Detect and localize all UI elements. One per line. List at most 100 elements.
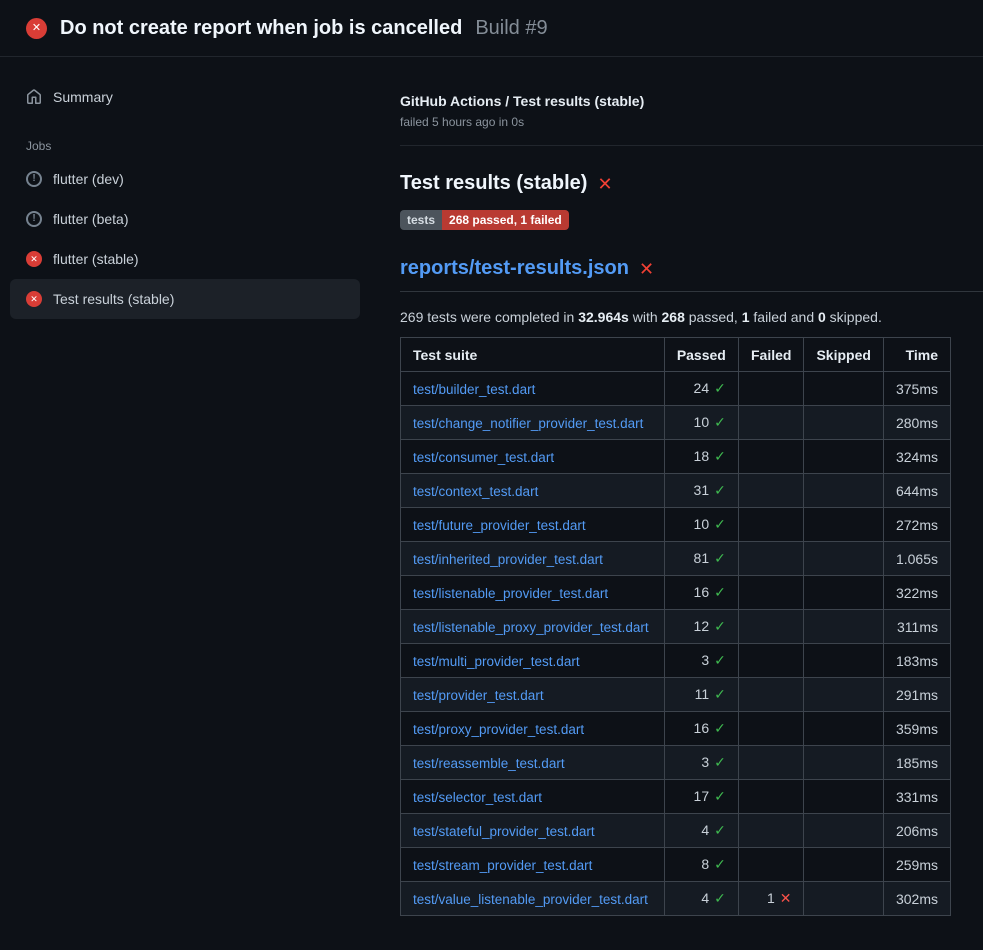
- passed-count: 11: [695, 686, 710, 702]
- test-suite-link[interactable]: test/future_provider_test.dart: [413, 518, 586, 533]
- col-header-passed: Passed: [664, 338, 738, 372]
- cancelled-icon: !: [26, 171, 42, 187]
- sidebar-item-flutter-stable[interactable]: ✕ flutter (stable): [10, 239, 360, 279]
- build-number: Build #9: [475, 17, 547, 40]
- failed-icon: ✕: [26, 291, 42, 307]
- test-suite-link[interactable]: test/reassemble_test.dart: [413, 756, 565, 771]
- test-suite-link[interactable]: test/listenable_provider_test.dart: [413, 586, 608, 601]
- badge-label: tests: [400, 210, 442, 230]
- test-suite-link[interactable]: test/consumer_test.dart: [413, 450, 554, 465]
- sidebar-item-flutter-beta[interactable]: ! flutter (beta): [10, 199, 360, 239]
- test-suite-link[interactable]: test/multi_provider_test.dart: [413, 654, 580, 669]
- check-icon: ✓: [714, 720, 726, 736]
- sidebar-item-label: flutter (beta): [53, 211, 128, 227]
- table-row: test/reassemble_test.dart 3✓ ✕ 185ms: [401, 746, 951, 780]
- check-icon: ✓: [714, 822, 726, 838]
- page-body: Summary Jobs ! flutter (dev) ! flutter (…: [0, 57, 983, 950]
- passed-count: 3: [701, 754, 709, 770]
- passed-count: 4: [701, 822, 709, 838]
- sidebar-item-flutter-dev[interactable]: ! flutter (dev): [10, 159, 360, 199]
- test-suite-link[interactable]: test/builder_test.dart: [413, 382, 535, 397]
- passed-count: 10: [694, 414, 710, 430]
- sidebar: Summary Jobs ! flutter (dev) ! flutter (…: [0, 57, 400, 950]
- test-suite-link[interactable]: test/listenable_proxy_provider_test.dart: [413, 620, 649, 635]
- report-file-link[interactable]: reports/test-results.json: [400, 257, 629, 280]
- cancelled-icon: !: [26, 211, 42, 227]
- passed-count: 4: [701, 890, 709, 906]
- check-icon: ✓: [714, 686, 726, 702]
- table-row: test/value_listenable_provider_test.dart…: [401, 882, 951, 916]
- time-value: 644ms: [883, 474, 950, 508]
- summary-sentence: 269 tests were completed in 32.964s with…: [400, 309, 983, 325]
- passed-count: 3: [701, 652, 709, 668]
- passed-count: 8: [701, 856, 709, 872]
- check-icon: ✓: [714, 856, 726, 872]
- table-row: test/stateful_provider_test.dart 4✓ ✕ 20…: [401, 814, 951, 848]
- table-row: test/consumer_test.dart 18✓ ✕ 324ms: [401, 440, 951, 474]
- passed-count: 81: [694, 550, 710, 566]
- passed-count: 24: [694, 380, 710, 396]
- check-icon: ✓: [714, 414, 726, 430]
- sidebar-item-label: Summary: [53, 89, 113, 105]
- test-suite-link[interactable]: test/change_notifier_provider_test.dart: [413, 416, 643, 431]
- table-row: test/inherited_provider_test.dart 81✓ ✕ …: [401, 542, 951, 576]
- time-value: 291ms: [883, 678, 950, 712]
- test-suite-link[interactable]: test/proxy_provider_test.dart: [413, 722, 584, 737]
- test-suite-link[interactable]: test/provider_test.dart: [413, 688, 544, 703]
- section-title: Test results (stable) ✕: [400, 172, 983, 195]
- table-row: test/stream_provider_test.dart 8✓ ✕ 259m…: [401, 848, 951, 882]
- time-value: 302ms: [883, 882, 950, 916]
- test-suite-link[interactable]: test/inherited_provider_test.dart: [413, 552, 603, 567]
- table-row: test/selector_test.dart 17✓ ✕ 331ms: [401, 780, 951, 814]
- failed-x-icon: ✕: [597, 175, 612, 193]
- test-suite-link[interactable]: test/value_listenable_provider_test.dart: [413, 892, 648, 907]
- x-icon: ✕: [780, 890, 792, 906]
- breadcrumb: GitHub Actions / Test results (stable): [400, 93, 983, 109]
- col-header-failed: Failed: [738, 338, 804, 372]
- time-value: 322ms: [883, 576, 950, 610]
- main-content: GitHub Actions / Test results (stable) f…: [400, 57, 983, 950]
- failed-count: 1: [767, 890, 775, 906]
- check-icon: ✓: [714, 890, 726, 906]
- check-icon: ✓: [714, 448, 726, 464]
- test-suite-link[interactable]: test/stateful_provider_test.dart: [413, 824, 595, 839]
- sidebar-item-label: flutter (dev): [53, 171, 124, 187]
- sidebar-item-summary[interactable]: Summary: [10, 77, 360, 117]
- check-icon: ✓: [714, 550, 726, 566]
- passed-count: 17: [694, 788, 710, 804]
- passed-count: 18: [694, 448, 710, 464]
- check-icon: ✓: [714, 482, 726, 498]
- time-value: 375ms: [883, 372, 950, 406]
- passed-count: 16: [694, 720, 710, 736]
- time-value: 206ms: [883, 814, 950, 848]
- col-header-time: Time: [883, 338, 950, 372]
- time-value: 185ms: [883, 746, 950, 780]
- time-value: 331ms: [883, 780, 950, 814]
- sidebar-item-test-results-stable[interactable]: ✕ Test results (stable): [10, 279, 360, 319]
- report-heading: reports/test-results.json ✕: [400, 257, 983, 292]
- time-value: 259ms: [883, 848, 950, 882]
- table-row: test/provider_test.dart 11✓ ✕ 291ms: [401, 678, 951, 712]
- table-row: test/builder_test.dart 24✓ ✕ 375ms: [401, 372, 951, 406]
- test-suite-link[interactable]: test/selector_test.dart: [413, 790, 542, 805]
- check-icon: ✓: [714, 618, 726, 634]
- failed-icon: ✕: [26, 251, 42, 267]
- test-suite-link[interactable]: test/stream_provider_test.dart: [413, 858, 592, 873]
- passed-count: 16: [694, 584, 710, 600]
- passed-count: 12: [694, 618, 710, 634]
- col-header-test-suite: Test suite: [401, 338, 665, 372]
- table-row: test/listenable_proxy_provider_test.dart…: [401, 610, 951, 644]
- check-icon: ✓: [714, 584, 726, 600]
- test-suite-link[interactable]: test/context_test.dart: [413, 484, 538, 499]
- table-header-row: Test suite Passed Failed Skipped Time: [401, 338, 951, 372]
- time-value: 359ms: [883, 712, 950, 746]
- tests-badge: tests 268 passed, 1 failed: [400, 210, 569, 230]
- passed-count: 10: [694, 516, 710, 532]
- table-row: test/change_notifier_provider_test.dart …: [401, 406, 951, 440]
- time-value: 280ms: [883, 406, 950, 440]
- table-row: test/multi_provider_test.dart 3✓ ✕ 183ms: [401, 644, 951, 678]
- passed-count: 31: [694, 482, 710, 498]
- failed-x-icon: ✕: [639, 260, 654, 278]
- check-icon: ✓: [714, 754, 726, 770]
- failed-status-icon: ✕: [26, 18, 47, 39]
